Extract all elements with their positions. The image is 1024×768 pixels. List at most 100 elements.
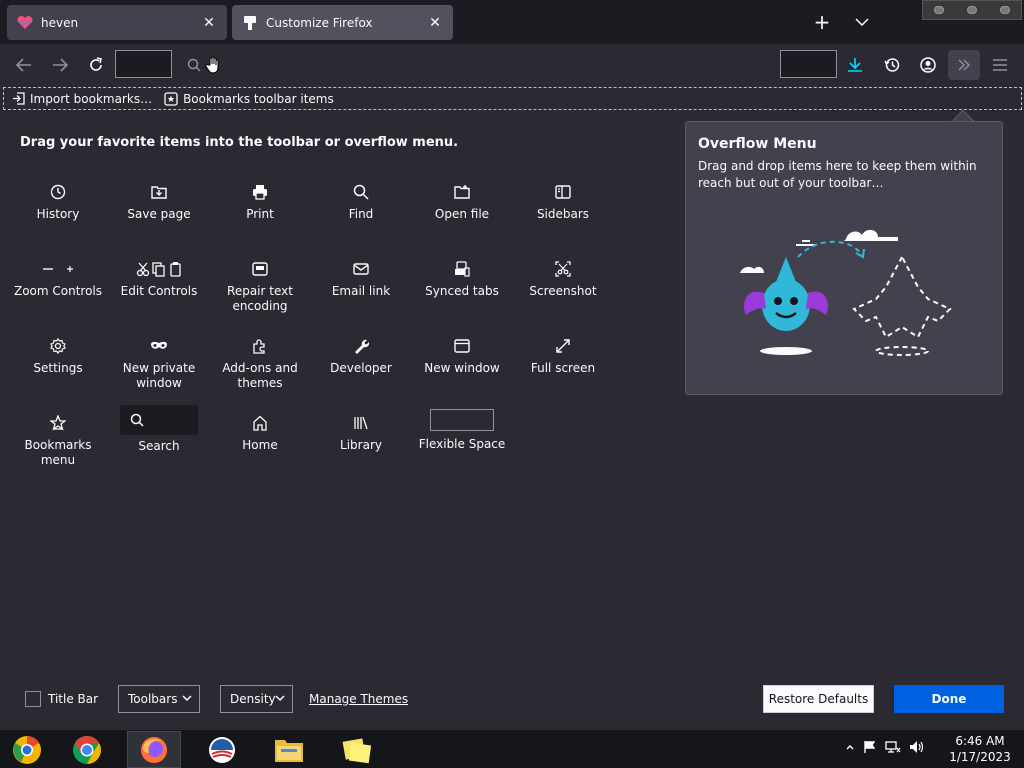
account-button[interactable] — [915, 52, 941, 78]
palette-item-library[interactable]: Library — [311, 411, 411, 453]
title-bar-label: Title Bar — [48, 692, 99, 706]
palette-item-find[interactable]: Find — [311, 180, 411, 222]
chrome-icon — [73, 735, 101, 764]
app-menu-button[interactable] — [987, 52, 1013, 78]
palette-item-screenshot[interactable]: Screenshot — [513, 257, 613, 299]
close-window-button[interactable] — [999, 6, 1010, 14]
palette-item-label: Screenshot — [529, 284, 597, 298]
search-icon — [130, 413, 144, 427]
developer-icon — [355, 339, 369, 354]
palette-item-label: Bookmarks menu — [24, 438, 92, 467]
network-icon[interactable] — [885, 740, 901, 754]
list-all-tabs-button[interactable] — [850, 10, 874, 34]
import-bookmarks-button[interactable]: Import bookmarks… — [12, 92, 152, 106]
toolbars-dropdown[interactable]: Toolbars — [118, 685, 200, 713]
taskbar-clock[interactable]: 6:46 AM 1/17/2023 — [945, 733, 1015, 765]
palette-item-print[interactable]: Print — [210, 180, 310, 222]
open-file-icon — [454, 185, 470, 199]
taskbar-firefox[interactable] — [127, 731, 181, 768]
library-icon — [354, 416, 368, 430]
flag-icon[interactable] — [863, 740, 877, 754]
palette-item-search[interactable]: Search — [109, 405, 209, 454]
palette-item-edit-controls[interactable]: Edit Controls — [109, 257, 209, 299]
windows-taskbar: 6:46 AM 1/17/2023 — [0, 729, 1024, 768]
restore-defaults-button[interactable]: Restore Defaults — [763, 685, 874, 713]
close-tab-icon[interactable]: ✕ — [201, 15, 217, 31]
taskbar-sticky-notes[interactable] — [330, 731, 384, 768]
find-icon — [353, 184, 369, 200]
tab-customize-firefox[interactable]: Customize Firefox ✕ — [232, 5, 453, 40]
history-button[interactable] — [879, 52, 905, 78]
palette-item-email-link[interactable]: Email link — [311, 257, 411, 299]
taskbar-obama-logo[interactable] — [195, 731, 249, 768]
bookmarks-menu-icon — [50, 415, 66, 431]
palette-item-label: Edit Controls — [120, 284, 198, 298]
palette-item-new-window[interactable]: New window — [412, 334, 512, 376]
palette-item-addons-and-themes[interactable]: Add-ons and themes — [210, 334, 310, 391]
bookmarks-toolbar-items-label: Bookmarks toolbar items — [183, 91, 334, 106]
overflow-menu-button[interactable] — [948, 50, 980, 80]
taskbar-chrome-canary[interactable] — [0, 731, 54, 768]
palette-item-synced-tabs[interactable]: Synced tabs — [412, 257, 512, 299]
palette-item-save-page[interactable]: Save page — [109, 180, 209, 222]
minimize-button[interactable] — [934, 6, 945, 14]
new-tab-button[interactable]: + — [810, 10, 834, 34]
palette-item-zoom-controls[interactable]: Zoom Controls — [8, 257, 108, 299]
url-bar[interactable] — [115, 50, 172, 78]
forward-button[interactable] — [47, 52, 73, 78]
hand-cursor-icon — [200, 52, 226, 78]
bookmarks-toolbar-items[interactable]: Bookmarks toolbar items — [164, 92, 334, 106]
palette-item-open-file[interactable]: Open file — [412, 180, 512, 222]
palette-item-history[interactable]: History — [8, 180, 108, 222]
customize-intro-text: Drag your favorite items into the toolba… — [20, 135, 459, 150]
maximize-button[interactable] — [966, 6, 977, 14]
sticky-notes-icon — [342, 737, 372, 763]
done-button[interactable]: Done — [894, 685, 1004, 713]
window-controls[interactable] — [922, 0, 1022, 20]
file-explorer-icon — [275, 739, 303, 762]
manage-themes-link[interactable]: Manage Themes — [309, 692, 408, 706]
palette-item-label: New private window — [122, 361, 196, 390]
back-arrow-icon — [16, 58, 31, 72]
edit-icon — [136, 262, 181, 277]
download-icon — [848, 58, 862, 72]
palette-item-label: Find — [348, 207, 374, 221]
palette-item-home[interactable]: Home — [210, 411, 310, 453]
taskbar-chrome[interactable] — [60, 731, 114, 768]
volume-icon[interactable] — [909, 740, 925, 754]
palette-item-flexible-space[interactable]: Flexible Space — [412, 406, 512, 452]
synced-tabs-icon — [455, 261, 470, 277]
palette-item-sidebars[interactable]: Sidebars — [513, 180, 613, 222]
density-label: Density — [230, 692, 276, 706]
taskbar-file-explorer[interactable] — [262, 731, 316, 768]
tab-strip: heven ✕ Customize Firefox ✕ + — [0, 0, 1024, 44]
fullscreen-icon — [556, 339, 570, 353]
chevron-up-icon[interactable] — [845, 742, 855, 752]
encoding-icon — [252, 262, 268, 276]
downloads-button[interactable] — [842, 52, 868, 78]
palette-item-label: Synced tabs — [425, 284, 499, 298]
chevron-down-icon — [855, 18, 869, 26]
search-bar[interactable] — [780, 50, 837, 78]
overflow-illustration — [726, 217, 966, 370]
title-bar-checkbox[interactable] — [25, 691, 41, 707]
palette-item-bookmarks-menu[interactable]: Bookmarks menu — [8, 411, 108, 468]
palette-item-new-private-window[interactable]: New private window — [109, 334, 209, 391]
overflow-menu-description: Drag and drop items here to keep them wi… — [698, 159, 977, 190]
import-icon — [13, 92, 25, 105]
tab-title: Customize Firefox — [266, 15, 373, 30]
palette-item-settings[interactable]: Settings — [8, 334, 108, 376]
reload-button[interactable] — [83, 52, 109, 78]
palette-item-label: Developer — [330, 361, 392, 375]
back-button[interactable] — [11, 52, 37, 78]
density-dropdown[interactable]: Density — [220, 685, 293, 713]
close-tab-icon[interactable]: ✕ — [427, 15, 443, 31]
tab-heven[interactable]: heven ✕ — [7, 5, 227, 40]
palette-item-developer[interactable]: Developer — [311, 334, 411, 376]
palette-item-label: Flexible Space — [418, 437, 506, 451]
double-chevron-icon — [958, 59, 971, 71]
palette-item-full-screen[interactable]: Full screen — [513, 334, 613, 376]
home-icon — [253, 415, 267, 431]
palette-item-repair-text-encoding[interactable]: Repair text encoding — [210, 257, 310, 314]
sidebars-icon — [555, 185, 571, 199]
